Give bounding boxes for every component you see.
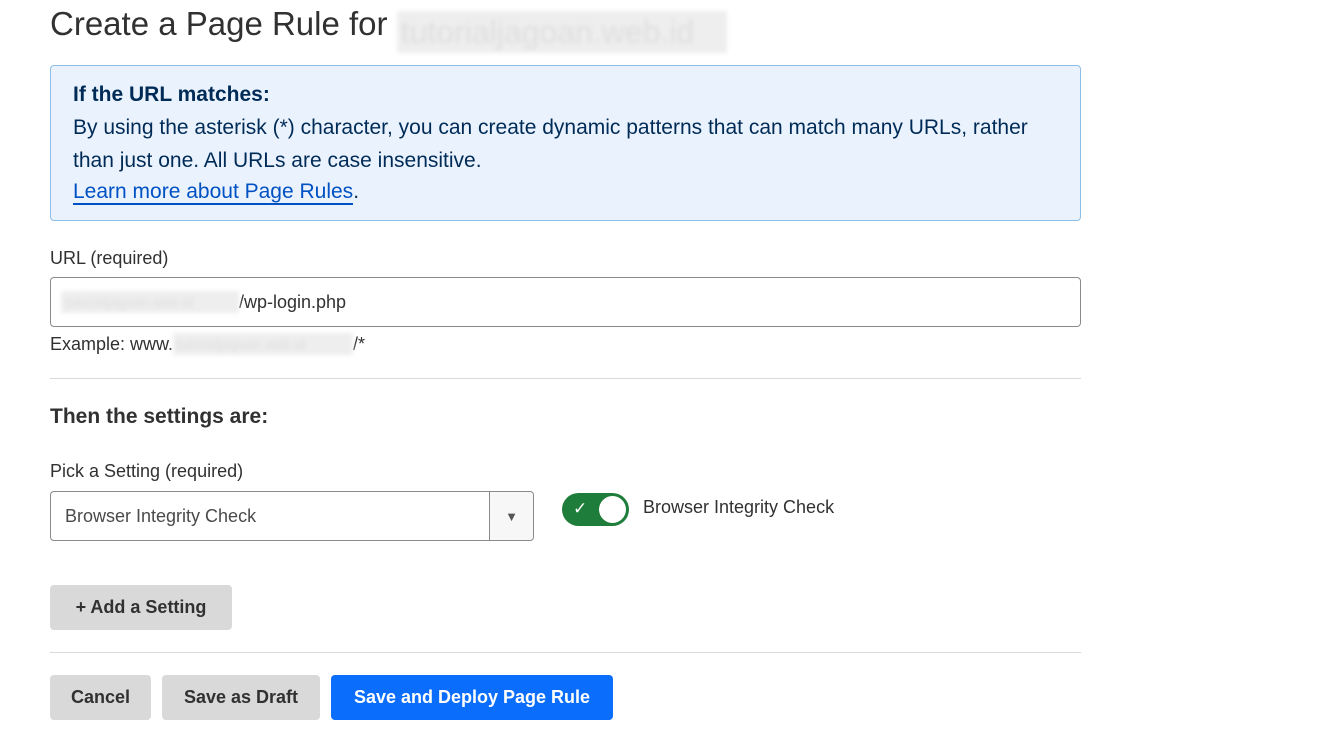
learn-more-link[interactable]: Learn more about Page Rules <box>73 180 354 205</box>
setting-select-value: Browser Integrity Check <box>65 506 257 526</box>
example-prefix: Example: www. <box>50 333 174 354</box>
page-title: Create a Page Rule for tutorialjagoan.we… <box>50 4 727 53</box>
browser-integrity-toggle[interactable]: ✓ <box>562 493 629 526</box>
page-rule-form: Create a Page Rule for tutorialjagoan.we… <box>0 0 1321 729</box>
save-draft-button[interactable]: Save as Draft <box>162 675 320 720</box>
check-icon: ✓ <box>573 499 588 518</box>
url-example: Example: www. tutorialjagoan.web.id /* <box>50 333 365 355</box>
settings-heading: Then the settings are: <box>50 405 269 428</box>
actions-divider <box>50 652 1081 653</box>
example-blurred-domain: tutorialjagoan.web.id <box>173 333 354 355</box>
toggle-label: Browser Integrity Check <box>643 497 835 517</box>
url-label: URL (required) <box>50 248 169 268</box>
info-link-suffix: . <box>353 180 360 203</box>
section-divider <box>50 378 1081 379</box>
url-match-info-box: If the URL matches: By using the asteris… <box>50 65 1081 221</box>
save-deploy-button[interactable]: Save and Deploy Page Rule <box>331 675 613 720</box>
url-input-path: /wp-login.php <box>239 291 347 312</box>
setting-select[interactable]: Browser Integrity Check ▼ <box>50 491 534 541</box>
chevron-down-icon[interactable]: ▼ <box>489 492 533 540</box>
info-title: If the URL matches: <box>73 83 270 106</box>
toggle-knob <box>599 496 626 523</box>
example-suffix: /* <box>353 333 366 354</box>
info-link-row: Learn more about Page Rules. <box>73 177 1058 207</box>
add-setting-button[interactable]: + Add a Setting <box>50 585 232 630</box>
url-input[interactable]: tutorialjagoan.web.id /wp-login.php <box>50 277 1081 327</box>
url-input-blurred-domain: tutorialjagoan.web.id <box>61 291 239 313</box>
blurred-domain: tutorialjagoan.web.id <box>396 11 727 53</box>
cancel-button[interactable]: Cancel <box>50 675 151 720</box>
info-description: By using the asterisk (*) character, you… <box>73 116 1028 172</box>
pick-setting-label: Pick a Setting (required) <box>50 461 244 481</box>
page-title-text: Create a Page Rule for <box>50 5 388 42</box>
